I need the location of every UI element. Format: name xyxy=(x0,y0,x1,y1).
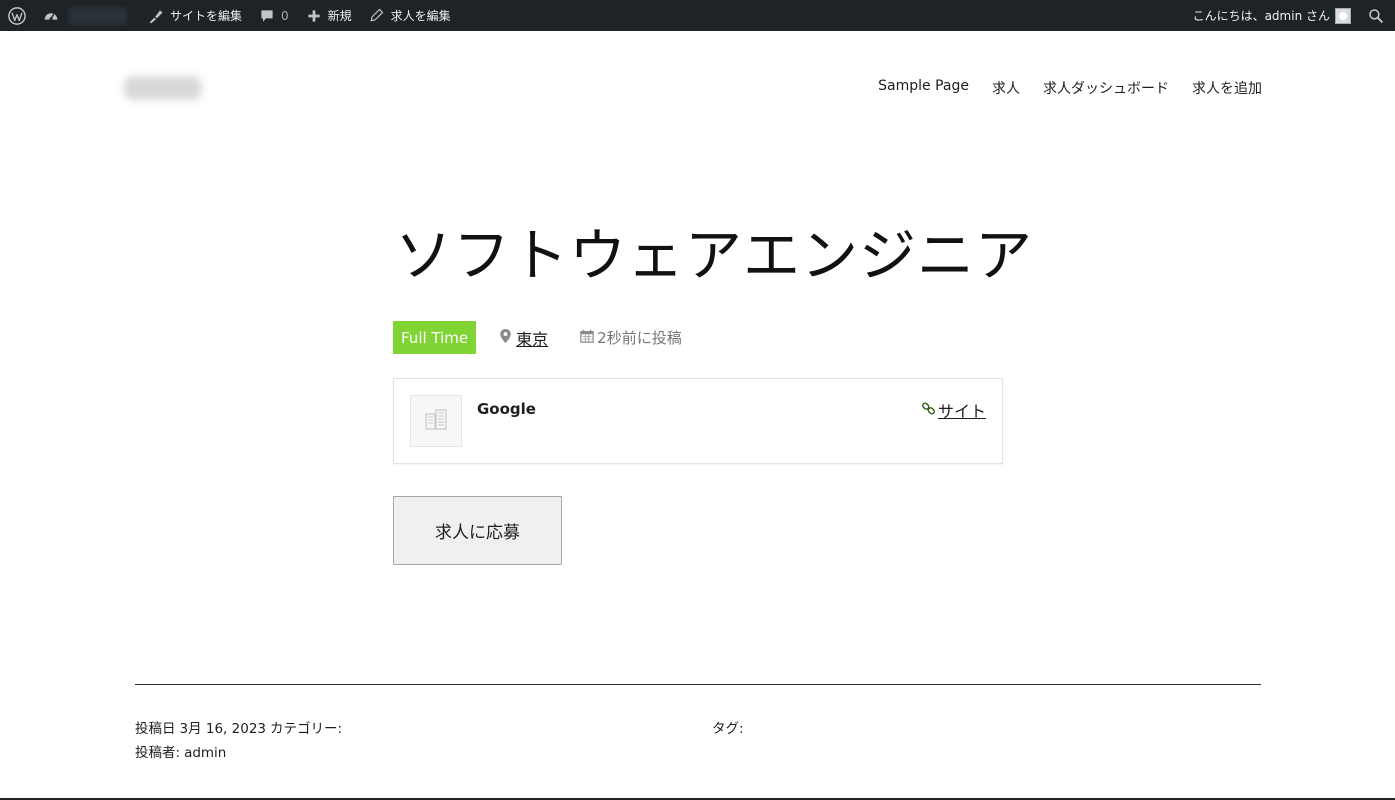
posted-on-label: 投稿日 xyxy=(135,721,176,737)
company-name: Google xyxy=(477,400,536,418)
post-meta-line-author: 投稿者: admin xyxy=(135,741,346,765)
wordpress-logo-menu[interactable] xyxy=(0,0,34,31)
site-name-blurred xyxy=(69,6,127,25)
job-type-badge: Full Time xyxy=(393,321,477,354)
dashboard-gauge-icon xyxy=(42,7,60,25)
link-chain-icon xyxy=(921,401,936,420)
company-website: サイト xyxy=(921,398,986,422)
company-card: Google サイト xyxy=(393,378,1003,464)
nav-item-add-job[interactable]: 求人を追加 xyxy=(1192,78,1262,98)
comments-link[interactable]: 0 xyxy=(250,0,297,31)
plus-icon xyxy=(305,7,323,25)
dashboard-site-menu[interactable] xyxy=(34,0,139,31)
post-meta-line-date: 投稿日 3月 16, 2023 カテゴリー: xyxy=(135,717,346,741)
admin-bar-secondary: こんにちは、admin さん xyxy=(1185,0,1395,31)
comments-count: 0 xyxy=(281,8,289,23)
nav-item-job-dashboard[interactable]: 求人ダッシュボード xyxy=(1043,78,1169,98)
edit-job-label: 求人を編集 xyxy=(390,9,451,23)
edit-job-link[interactable]: 求人を編集 xyxy=(360,0,459,31)
my-account-menu[interactable]: こんにちは、admin さん xyxy=(1185,0,1359,31)
search-toggle[interactable] xyxy=(1359,0,1395,31)
calendar-icon xyxy=(580,329,594,347)
job-location-link[interactable]: 東京 xyxy=(516,326,548,350)
company-logo-placeholder xyxy=(410,395,462,447)
category-label: カテゴリー: xyxy=(270,721,343,737)
edit-site-label: サイトを編集 xyxy=(170,9,243,23)
job-meta-row: Full Time 東京 2秒前に投稿 xyxy=(393,321,682,354)
brush-icon xyxy=(147,7,165,25)
post-tags: タグ: xyxy=(712,717,744,741)
new-content-menu[interactable]: 新規 xyxy=(297,0,360,31)
pencil-icon xyxy=(368,7,386,25)
posted-on-date[interactable]: 3月 16, 2023 xyxy=(180,721,267,737)
apply-for-job-button[interactable]: 求人に応募 xyxy=(393,496,562,565)
building-icon xyxy=(424,408,448,434)
job-location: 東京 xyxy=(500,326,548,350)
search-icon xyxy=(1367,7,1385,25)
edit-site-link[interactable]: サイトを編集 xyxy=(139,0,250,31)
comment-bubble-icon xyxy=(258,7,276,25)
company-website-link[interactable]: サイト xyxy=(938,398,986,422)
site-logo-blurred[interactable] xyxy=(124,76,202,100)
author-name[interactable]: admin xyxy=(184,745,226,761)
nav-item-jobs[interactable]: 求人 xyxy=(992,78,1020,98)
avatar xyxy=(1335,7,1351,24)
admin-bar: サイトを編集 0 新規 求人を編集 こんにちは、admin さん xyxy=(0,0,1395,31)
greeting-text: こんにちは、admin さん xyxy=(1192,9,1330,23)
job-posted-date: 2秒前に投稿 xyxy=(580,327,682,348)
nav-item-sample-page[interactable]: Sample Page xyxy=(878,78,969,98)
map-pin-icon xyxy=(500,328,511,347)
posted-text: 2秒前に投稿 xyxy=(597,329,682,347)
wordpress-logo-icon xyxy=(8,6,26,25)
content-divider xyxy=(135,684,1261,685)
tags-label: タグ: xyxy=(712,721,744,737)
job-title: ソフトウェアエンジニア xyxy=(395,223,1033,289)
author-label: 投稿者: xyxy=(135,745,181,761)
post-meta: 投稿日 3月 16, 2023 カテゴリー: 投稿者: admin xyxy=(135,717,346,765)
main-navigation: Sample Page 求人 求人ダッシュボード 求人を追加 xyxy=(878,78,1262,98)
new-label: 新規 xyxy=(327,9,352,23)
